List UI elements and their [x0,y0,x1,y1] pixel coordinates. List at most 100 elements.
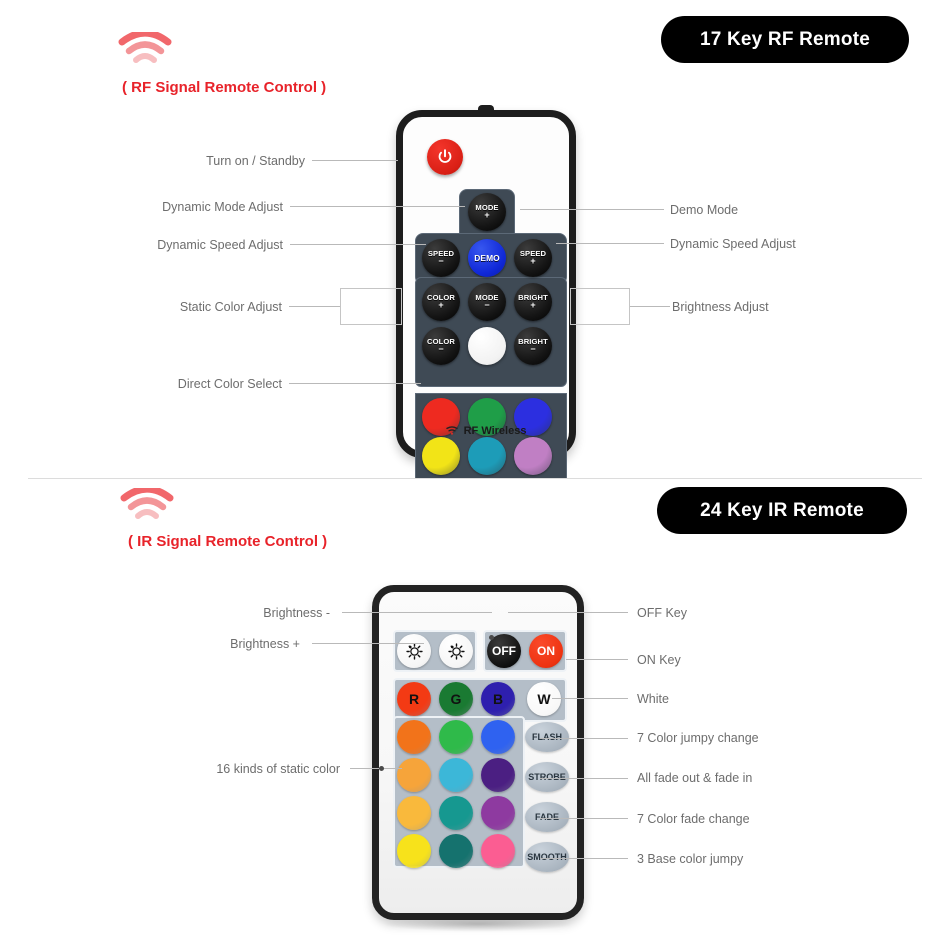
lead-line [630,306,670,307]
ir-key-label: FADE [534,812,559,822]
rf-key-sign: − [484,299,490,310]
product-infographic: ( RF Signal Remote Control ) 17 Key RF R… [0,0,950,950]
ir-key-white[interactable]: W [527,682,561,716]
rf-remote-body: MODE + SPEED − DEMO SPEED + COLOR + MODE… [396,105,576,479]
rf-key-sign: + [438,299,444,310]
rf-key-sign: + [530,255,536,266]
lead-line [508,612,628,613]
rf-color-key-yellow[interactable] [422,437,460,475]
badge-rf: 17 Key RF Remote [661,16,909,63]
rf-key-white[interactable] [468,327,506,365]
rf-signal-caption: ( RF Signal Remote Control ) [122,79,327,96]
callout-direct-color-select: Direct Color Select [177,377,282,391]
callout-dynamic-mode-adjust: Dynamic Mode Adjust [162,200,283,214]
rf-key-speed-minus[interactable]: SPEED − [422,239,460,277]
rf-color-key-orchid[interactable] [514,437,552,475]
lead-dot [489,635,494,640]
ir-color-key-teal[interactable] [439,796,473,830]
section-divider [28,478,922,479]
ir-color-key-yellow[interactable] [397,834,431,868]
callout-dynamic-speed-adjust-left: Dynamic Speed Adjust [157,238,283,252]
callout-off-key: OFF Key [637,606,688,620]
lead-line [540,858,628,859]
callout-turn-on-standby: Turn on / Standby [206,154,305,168]
lead-dot [379,766,384,771]
lead-line [290,244,426,245]
ir-color-key-purple[interactable] [481,796,515,830]
rf-key-mode-minus[interactable]: MODE − [468,283,506,321]
ir-color-key-orange[interactable] [397,720,431,754]
ir-key-brightness-down[interactable] [439,634,473,668]
ir-key-blue[interactable]: B [481,682,515,716]
ir-signal-caption: ( IR Signal Remote Control ) [128,533,328,550]
rf-key-bright-plus[interactable]: BRIGHT + [514,283,552,321]
rf-key-speed-plus[interactable]: SPEED + [514,239,552,277]
ir-key-label: W [537,691,551,707]
rf-key-mode-plus[interactable]: MODE + [468,193,506,231]
rf-key-demo[interactable]: DEMO [468,239,506,277]
callout-brightness-adjust: Brightness Adjust [672,300,769,314]
ir-key-green[interactable]: G [439,682,473,716]
ir-key-strobe[interactable]: STROBE [525,762,569,792]
bracket-static-color [340,288,402,325]
rf-color-key-cyan[interactable] [468,437,506,475]
rf-key-sign: − [438,255,444,266]
ir-color-key-teal-dark[interactable] [439,834,473,868]
lead-line [312,160,398,161]
ir-color-key-green-light[interactable] [439,720,473,754]
rf-key-sign: − [530,343,536,354]
ir-key-label: B [492,691,504,707]
callout-static-color-adjust: Static Color Adjust [179,300,282,314]
rf-key-color-plus[interactable]: COLOR + [422,283,460,321]
rf-key-sign: + [484,209,490,220]
ir-key-brightness-up[interactable] [397,634,431,668]
callout-all-fade-out-fade-in: All fade out & fade in [637,771,753,785]
lead-line [520,209,664,210]
ir-key-label: SMOOTH [527,852,567,862]
ir-color-key-pink[interactable] [481,834,515,868]
lead-line [556,243,664,244]
lead-line [342,612,492,613]
wifi-signal-icon [120,485,174,522]
ir-key-label: OFF [492,644,516,658]
lead-line [540,818,628,819]
ir-color-key-indigo[interactable] [481,758,515,792]
rf-key-color-minus[interactable]: COLOR − [422,327,460,365]
rf-antenna-nub [478,105,494,114]
ir-key-red[interactable]: R [397,682,431,716]
lead-line [540,778,628,779]
badge-ir: 24 Key IR Remote [657,487,907,534]
rf-power-button[interactable] [427,139,463,175]
ir-color-key-cyan[interactable] [439,758,473,792]
callout-brightness-plus: Brightness + [230,637,300,651]
ir-key-fade[interactable]: FADE [525,802,569,832]
power-icon [438,149,452,163]
rf-footer-text: RF Wireless [463,425,527,437]
rf-key-sign: + [530,299,536,310]
callout-demo-mode: Demo Mode [670,203,739,217]
rf-key-sign: − [438,343,444,354]
callout-brightness-minus: Brightness - [263,606,330,620]
callout-7-color-fade-change: 7 Color fade change [637,812,750,826]
ir-key-on[interactable]: ON [529,634,563,668]
ir-remote-body: OFF ON R G B W FLASH STROBE FADE SMOOTH [372,585,584,920]
lead-line [312,643,424,644]
ir-key-label: G [450,691,462,707]
ir-key-label: ON [537,644,555,658]
callout-7-color-jumpy-change: 7 Color jumpy change [637,731,759,745]
lead-line [540,738,628,739]
ir-key-label: STROBE [528,772,566,782]
ir-color-key-orange-light[interactable] [397,758,431,792]
wifi-signal-icon [118,29,172,66]
callout-dynamic-speed-adjust-right: Dynamic Speed Adjust [670,237,796,251]
ir-key-label: R [408,691,420,707]
ir-key-smooth[interactable]: SMOOTH [525,842,569,872]
lead-line [290,206,465,207]
ir-key-flash[interactable]: FLASH [525,722,569,752]
ir-color-key-amber[interactable] [397,796,431,830]
ir-color-key-blue-bright[interactable] [481,720,515,754]
sun-dim-icon [447,642,465,660]
wifi-mini-icon [445,426,458,435]
rf-key-label: DEMO [474,252,500,263]
rf-key-bright-minus[interactable]: BRIGHT − [514,327,552,365]
